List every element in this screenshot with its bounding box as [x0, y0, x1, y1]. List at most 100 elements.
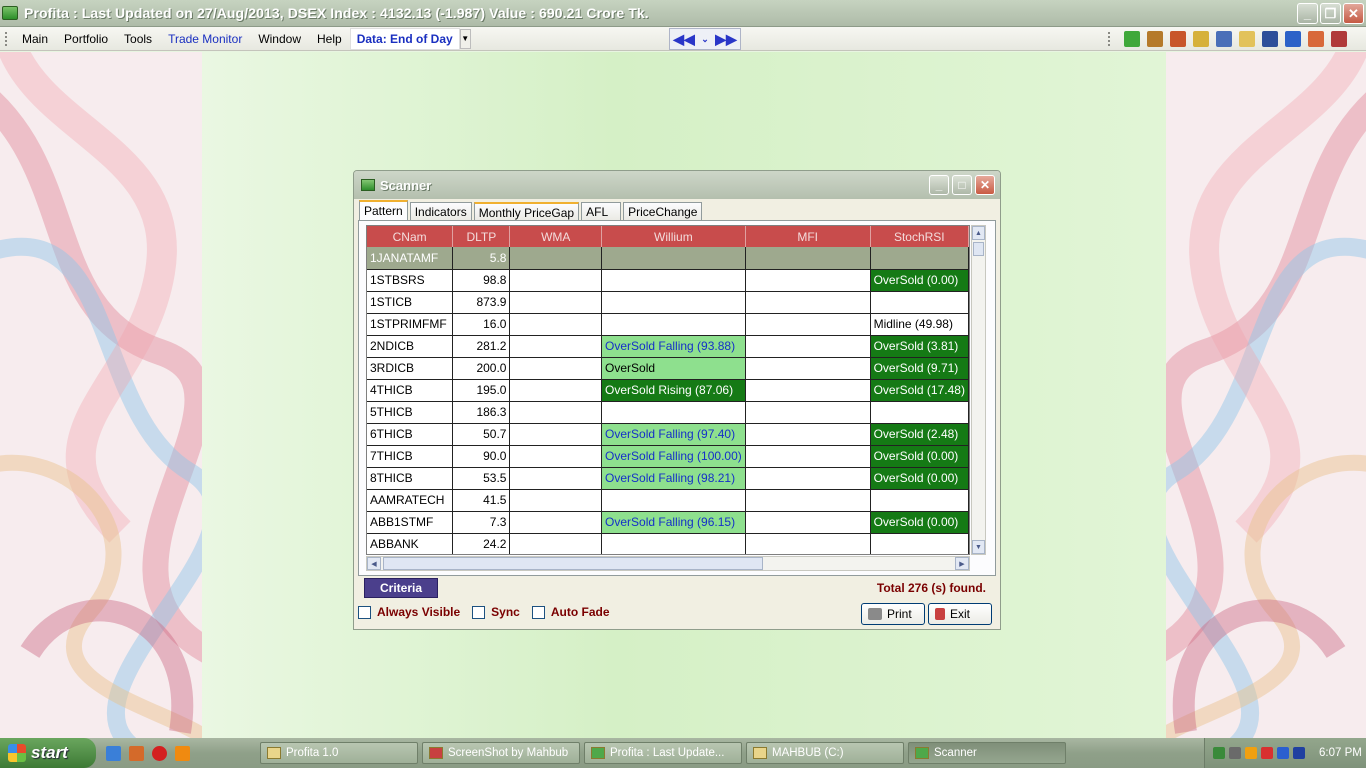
- table-row[interactable]: 1STICB 873.9: [367, 291, 969, 314]
- scanner-close-button[interactable]: ✕: [975, 175, 995, 195]
- rewind-icon[interactable]: ◀◀: [673, 31, 695, 48]
- volume-icon[interactable]: [1229, 747, 1241, 759]
- table-row[interactable]: 2NDICB 281.2 OverSold Falling (93.88) OverS…: [367, 335, 969, 358]
- vertical-scroll-thumb[interactable]: [973, 242, 984, 256]
- books-icon[interactable]: [1147, 31, 1163, 47]
- task-profita-main[interactable]: Profita : Last Update...: [584, 742, 742, 764]
- chevron-down-icon[interactable]: ⌄: [701, 34, 709, 45]
- cell-dltp: 873.9: [452, 291, 511, 314]
- col-header-wma[interactable]: WMA: [509, 226, 603, 247]
- cell-cnam: 1JANATAMF: [367, 247, 454, 270]
- app-titlebar: Profita : Last Updated on 27/Aug/2013, D…: [0, 0, 1366, 27]
- auto-fade-checkbox[interactable]: [531, 605, 545, 619]
- menu-portfolio[interactable]: Portfolio: [56, 32, 116, 46]
- vlc-icon[interactable]: [175, 745, 190, 761]
- horizontal-scroll-thumb[interactable]: [383, 557, 763, 570]
- refresh-icon[interactable]: [1193, 31, 1209, 47]
- tab-afl[interactable]: AFL: [581, 202, 622, 221]
- notes-icon[interactable]: [1331, 31, 1347, 47]
- task-profita[interactable]: Profita 1.0: [260, 742, 418, 764]
- criteria-button[interactable]: Criteria: [364, 578, 438, 598]
- cell-dltp: 41.5: [452, 489, 511, 512]
- close-button[interactable]: ✕: [1343, 3, 1364, 24]
- minimize-button[interactable]: _: [1297, 3, 1318, 24]
- col-header-mfi[interactable]: MFI: [745, 226, 871, 247]
- calculator-icon[interactable]: [1285, 31, 1301, 47]
- scanner-maximize-button[interactable]: □: [952, 175, 972, 195]
- cell-mfi: [745, 511, 871, 534]
- col-header-willium[interactable]: Willium: [601, 226, 746, 247]
- start-button[interactable]: start: [0, 738, 96, 768]
- sync-checkbox[interactable]: [472, 605, 486, 619]
- cell-dltp: 90.0: [452, 445, 511, 468]
- chevron-down-icon[interactable]: ▼: [459, 28, 471, 49]
- task-scanner[interactable]: Scanner: [908, 742, 1066, 764]
- cell-mfi: [745, 313, 871, 336]
- download-icon[interactable]: [1124, 31, 1140, 47]
- app-icon[interactable]: [129, 745, 144, 761]
- ie-icon[interactable]: [106, 745, 121, 761]
- cell-wma: [509, 489, 603, 512]
- col-header-cnam[interactable]: CNam: [367, 226, 454, 247]
- antivirus-icon[interactable]: [1245, 747, 1257, 759]
- scanner-titlebar[interactable]: Scanner _ □ ✕: [354, 171, 1000, 199]
- horizontal-scrollbar[interactable]: ◀ ▶: [366, 556, 970, 571]
- table-row[interactable]: 7THICB 90.0 OverSold Falling (100.00) OverS…: [367, 445, 969, 468]
- print-button[interactable]: Print: [861, 603, 925, 625]
- table-row[interactable]: AAMRATECH 41.5: [367, 489, 969, 512]
- table-row[interactable]: 5THICB 186.3: [367, 401, 969, 424]
- menu-tools[interactable]: Tools: [116, 32, 160, 46]
- vertical-scrollbar[interactable]: ▲ ▼: [971, 225, 986, 555]
- task-screenshot[interactable]: ScreenShot by Mahbub: [422, 742, 580, 764]
- menu-main[interactable]: Main: [14, 32, 56, 46]
- fast-forward-icon[interactable]: ▶▶: [715, 31, 737, 48]
- restore-button[interactable]: ❐: [1320, 3, 1341, 24]
- table-row[interactable]: 4THICB 195.0 OverSold Rising (87.06) OverSo…: [367, 379, 969, 402]
- table-row[interactable]: 6THICB 50.7 OverSold Falling (97.40) OverSo…: [367, 423, 969, 446]
- scroll-left-icon[interactable]: ◀: [367, 557, 381, 570]
- navigation-group: ◀◀ ⌄ ▶▶: [669, 28, 741, 50]
- table-row[interactable]: 1STPRIMFMF 16.0 Midline (49.98): [367, 313, 969, 336]
- table-row[interactable]: 8THICB 53.5 OverSold Falling (98.21) OverSo…: [367, 467, 969, 490]
- folder-icon[interactable]: [1239, 31, 1255, 47]
- list-icon[interactable]: [1308, 31, 1324, 47]
- tab-monthly-pricegap[interactable]: Monthly PriceGap: [473, 202, 580, 221]
- table-row[interactable]: 1JANATAMF 5.8: [367, 247, 969, 270]
- table-row[interactable]: 1STBSRS 98.8 OverSold (0.00): [367, 269, 969, 292]
- scanner-minimize-button[interactable]: _: [929, 175, 949, 195]
- table-row[interactable]: ABBANK 24.2: [367, 533, 969, 554]
- task-mahbub-drive[interactable]: MAHBUB (C:): [746, 742, 904, 764]
- opera-icon[interactable]: [152, 745, 167, 761]
- quick-launch: [106, 745, 256, 761]
- always-visible-checkbox[interactable]: [358, 605, 371, 619]
- book-icon[interactable]: [1262, 31, 1278, 47]
- scroll-right-icon[interactable]: ▶: [955, 557, 969, 570]
- menu-help[interactable]: Help: [309, 32, 350, 46]
- tab-indicators[interactable]: Indicators: [409, 202, 472, 221]
- menu-trade-monitor[interactable]: Trade Monitor: [160, 32, 250, 46]
- tab-pricechange[interactable]: PriceChange: [623, 202, 703, 221]
- tab-pattern[interactable]: Pattern: [359, 200, 408, 222]
- usb-icon[interactable]: [1293, 747, 1305, 759]
- chart-icon[interactable]: [1170, 31, 1186, 47]
- edit-icon[interactable]: [1216, 31, 1232, 47]
- menu-window[interactable]: Window: [250, 32, 309, 46]
- cell-mfi: [745, 533, 871, 554]
- always-visible-label: Always Visible: [377, 605, 461, 619]
- table-row[interactable]: ABB1STMF 7.3 OverSold Falling (96.15) OverS…: [367, 511, 969, 534]
- cell-cnam: 7THICB: [367, 445, 454, 468]
- scroll-up-icon[interactable]: ▲: [972, 226, 985, 240]
- col-header-stochrsi[interactable]: StochRSI: [870, 226, 969, 247]
- network-icon[interactable]: [1213, 747, 1225, 759]
- bluetooth-icon[interactable]: [1277, 747, 1289, 759]
- cell-willium: [601, 269, 746, 292]
- task-label: MAHBUB (C:): [772, 747, 844, 759]
- cell-mfi: [745, 467, 871, 490]
- scroll-down-icon[interactable]: ▼: [972, 540, 985, 554]
- table-row[interactable]: 3RDICB 200.0 OverSold OverSold (9.71): [367, 357, 969, 380]
- security-icon[interactable]: [1261, 747, 1273, 759]
- cell-mfi: [745, 291, 871, 314]
- col-header-dltp[interactable]: DLTP: [452, 226, 511, 247]
- exit-button[interactable]: Exit: [928, 603, 992, 625]
- data-selector[interactable]: Data: End of Day: [349, 27, 460, 50]
